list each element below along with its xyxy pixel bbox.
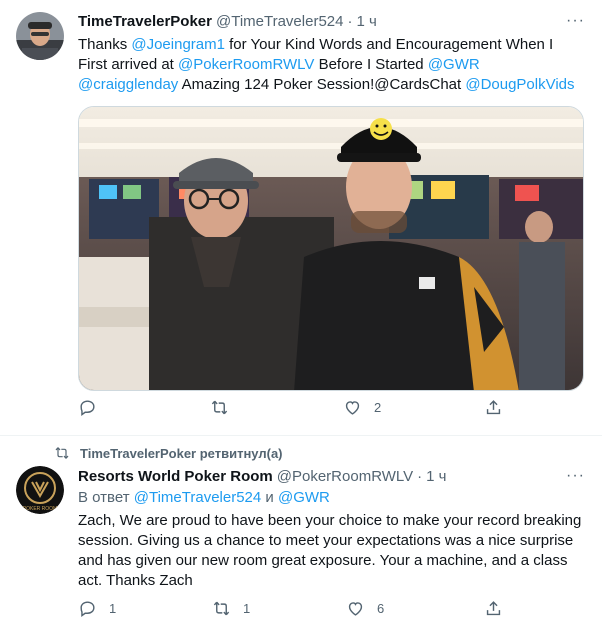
text-part: Before I Started [314,56,428,73]
tweet-resorts-world[interactable]: TimeTravelerPoker ретвитнул(а) POKER ROO… [0,437,602,634]
like-button[interactable]: 6 [346,599,384,618]
retweet-icon [55,447,69,459]
author-name[interactable]: Resorts World Poker Room [78,467,273,487]
share-button[interactable] [484,398,503,417]
avatar[interactable] [16,12,64,60]
timestamp[interactable]: 1 ч [356,12,376,32]
reply-icon [80,400,95,417]
reply-to-prefix: В ответ [78,489,134,506]
tweet-text: Zach, We are proud to have been your cho… [78,512,582,589]
retweet-icon [211,400,228,415]
retweet-button[interactable]: 1 [212,599,250,618]
avatar-logo-text: POKER ROOM [23,506,57,512]
share-button[interactable] [484,599,503,618]
mention-link[interactable]: @craigglenday [78,76,178,93]
mention-link[interactable]: @TimeTraveler524 [134,489,262,506]
like-count: 6 [377,601,385,616]
share-icon [486,400,501,415]
like-icon [345,401,360,415]
like-button[interactable]: 2 [343,398,381,417]
author-handle[interactable]: @PokerRoomRWLV [277,467,413,487]
reply-button[interactable] [78,398,109,417]
photo-image [79,107,583,390]
text-part: Thanks [78,36,132,53]
tweet-text: Thanks @Joeingram1 for Your Kind Words a… [78,35,584,95]
timestamp[interactable]: 1 ч [426,467,446,487]
retweet-count: 1 [243,601,251,616]
mention-link[interactable]: @Joeingram1 [131,36,225,53]
retweet-icon [213,601,230,616]
author-name[interactable]: TimeTravelerPoker [78,12,212,32]
avatar[interactable]: POKER ROOM [16,466,64,514]
mention-link[interactable]: @PokerRoomRWLV [178,56,314,73]
tweet-actions: 1 1 6 [78,599,584,629]
tweet-actions: 2 [78,398,584,428]
tweet-header: Resorts World Poker Room @PokerRoomRWLV … [78,467,446,487]
more-icon[interactable]: ··· [566,467,585,485]
retweet-banner[interactable]: TimeTravelerPoker ретвитнул(а) [54,445,283,461]
author-handle[interactable]: @TimeTraveler524 [216,12,344,32]
like-count: 2 [374,400,382,415]
tweet-timetravelerpoker[interactable]: TimeTravelerPoker @TimeTraveler524 · 1 ч… [0,0,602,436]
reply-to-and: и [261,489,278,506]
more-icon[interactable]: ··· [566,12,585,30]
reply-to-line: В ответ @TimeTraveler524 и @GWR [78,488,330,508]
avatar-image: POKER ROOM [16,466,64,514]
separator: · [347,13,353,30]
share-icon [486,601,501,616]
mention-link[interactable]: @DougPolkVids [465,76,574,93]
reply-count: 1 [109,601,117,616]
reply-button[interactable]: 1 [78,599,116,618]
retweet-banner-text: TimeTravelerPoker ретвитнул(а) [80,445,283,461]
avatar-image [16,12,64,60]
retweet-button[interactable] [210,398,241,417]
mention-link[interactable]: @GWR [428,56,480,73]
separator: · [417,468,423,485]
tweet-header: TimeTravelerPoker @TimeTraveler524 · 1 ч [78,12,377,32]
mention-link[interactable]: @GWR [278,489,330,506]
hat-logo-icon [370,118,392,140]
reply-icon [80,601,95,618]
like-icon [348,602,363,616]
tweet-photo[interactable] [78,106,584,391]
text-part: Amazing 124 Poker Session!@CardsChat [178,76,466,93]
